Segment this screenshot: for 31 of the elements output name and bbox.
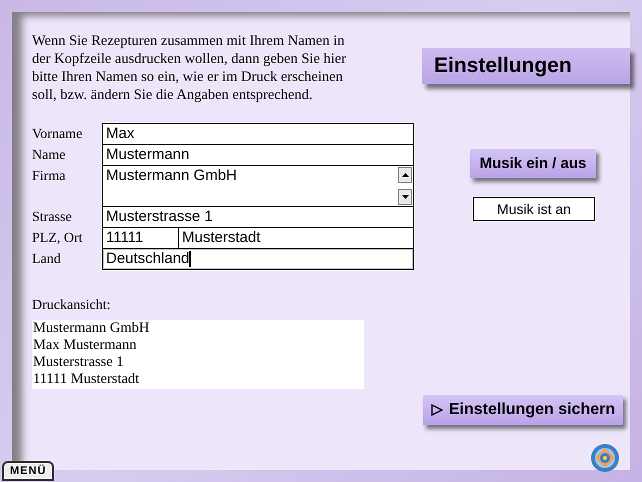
field-label: Vorname xyxy=(32,126,84,144)
input-field[interactable]: 11111 xyxy=(102,227,179,249)
input-field[interactable]: Max xyxy=(102,123,414,145)
text-cursor xyxy=(189,251,192,268)
field-label: PLZ, Ort xyxy=(32,230,84,248)
field-label: Name xyxy=(32,147,66,165)
down-arrow-icon xyxy=(402,195,408,199)
preview-line: Max Mustermann xyxy=(33,337,138,354)
field-label: Strasse xyxy=(32,209,73,227)
scroll-down-button[interactable] xyxy=(398,189,412,205)
text-area[interactable]: Mustermann GmbH xyxy=(102,165,414,207)
music-status: Musik ist an xyxy=(473,197,595,221)
field-label: Land xyxy=(32,251,62,269)
page-title: Einstellungen xyxy=(422,48,630,84)
preview-line: 11111 Musterstadt xyxy=(33,371,140,388)
input-field[interactable]: Musterstrasse 1 xyxy=(102,206,414,228)
play-icon xyxy=(430,404,443,416)
preview-line: Mustermann GmbH xyxy=(33,320,150,337)
save-button[interactable]: Einstellungen sichern xyxy=(422,395,624,425)
input-field[interactable]: Musterstadt xyxy=(178,227,414,249)
menu-button[interactable]: MENÜ xyxy=(2,461,54,481)
field-label: Firma xyxy=(32,168,66,186)
preview-label: Druckansicht: xyxy=(32,298,111,314)
scroll-up-button[interactable] xyxy=(398,167,412,183)
intro-text: Wenn Sie Rezepturen zusammen mit Ihrem Namen in der Kopfzeile ausdrucken wollen, dann geben Sie hier bitte Ihren Namen so ein, wie er im Druck erscheinen soll, bzw. ändern Sie die Angaben entsprechend. xyxy=(32,32,348,104)
up-arrow-icon xyxy=(402,173,408,177)
mandala-icon xyxy=(590,443,620,473)
input-field[interactable]: Deutschland xyxy=(102,248,414,270)
input-field[interactable]: Mustermann xyxy=(102,144,414,166)
preview-line: Musterstrasse 1 xyxy=(33,354,125,371)
music-toggle-button[interactable]: Musik ein / aus xyxy=(470,149,596,178)
